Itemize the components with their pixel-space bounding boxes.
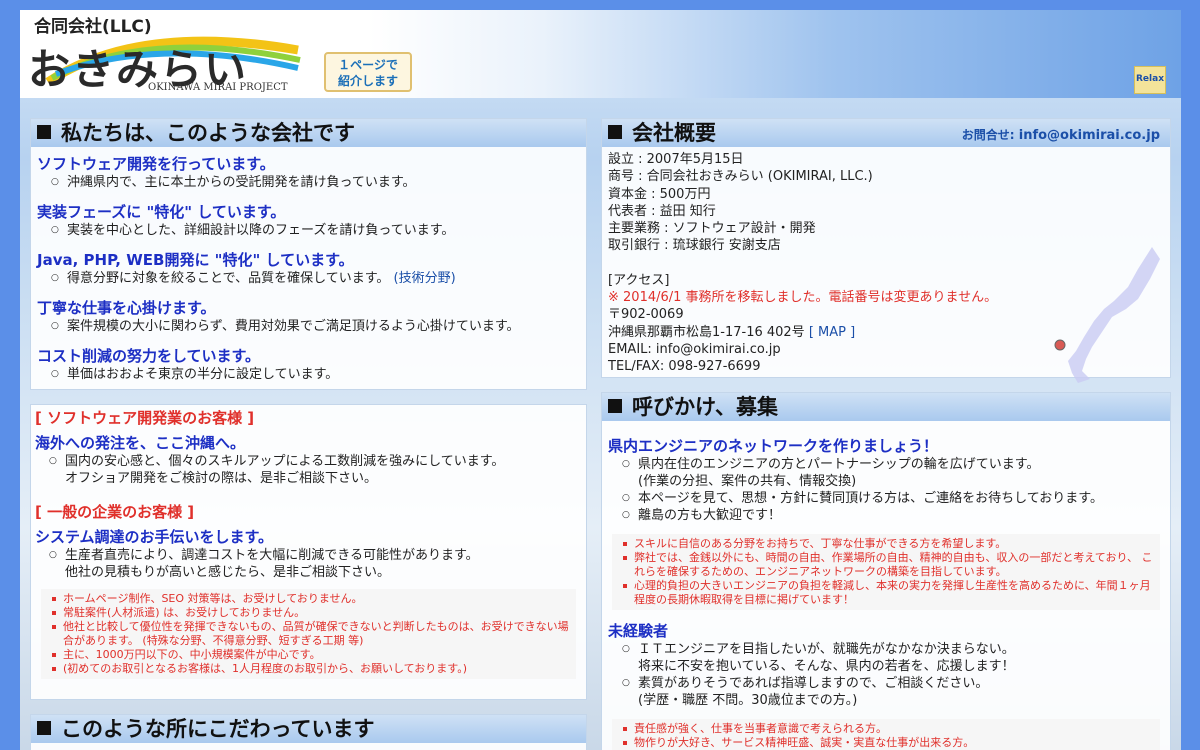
sw-customer-text-2-value: オフショア開発をご検討の際は、是非ご相談下さい。 (65, 471, 378, 486)
about-body: ソフトウェア開発を行っています。 沖縄県内で、主に本土からの受託開発を請け負って… (31, 147, 586, 383)
about-text: 案件規模の大小に関わらず、費用対効果でご満足頂けるよう心掛けています。 (51, 318, 580, 335)
company-line: 設立 : 2007年5月15日 (608, 152, 744, 167)
site-header: 合同会社(LLC) おきみらい OKINAWA MIRAI PROJECT １ペ… (20, 10, 1181, 98)
recruit-item: 県内在住のエンジニアの方とパートナーシップの輪を広げています。 (622, 456, 1164, 473)
square-bullet-icon (37, 125, 51, 139)
company-header: 会社概要 お問合せ: info@okimirai.co.jp (602, 119, 1170, 147)
company-line: 商号 : 合同会社おきみらい (OKIMIRAI, LLC.) (608, 169, 873, 185)
customers-panel: [ ソフトウェア開発業のお客様 ] 海外への発注を、ここ沖縄へ。 国内の安心感と… (30, 404, 587, 700)
about-item: 丁寧な仕事を心掛けます。 案件規模の大小に関わらず、費用対効果でご満足頂けるよう… (37, 297, 580, 335)
address: 沖縄県那覇市松島1-17-16 402号 (608, 324, 805, 340)
note-item: 弊社では、金銭以外にも、時間の自由、作業場所の自由、精神的自由も、収入の一部だと… (623, 551, 1153, 578)
about-heading: ソフトウェア開発を行っています。 (37, 155, 275, 173)
note-item: 心理的負担の大きいエンジニアの負担を軽減し、本来の実力を発揮し生産性を高めるため… (623, 579, 1154, 607)
about-item: 実装フェーズに "特化" しています。 実装を中心とした、詳細設計以降のフェーズ… (37, 201, 580, 239)
gen-customer-text: 生産者直売により、調達コストを大幅に削減できる可能性があります。 (49, 547, 582, 564)
recruit-item: 素質がありそうであれば指導しますので、ご相談ください。 (622, 675, 1164, 692)
company-title: 会社概要 (632, 121, 716, 145)
recruit-notes-2: 責任感が強く、仕事を当事者意識で考えられる方。 物作りが大好き、サービス精神旺盛… (612, 719, 1160, 750)
recruit-item-sub-text: (学歴・職歴 不問。30歳位までの方。) (638, 693, 858, 708)
logo-project: OKINAWA MIRAI PROJECT (148, 82, 288, 93)
kodawari-title: このような所にこだわっています (61, 717, 375, 741)
logo-llc-text: 合同会社(LLC) (34, 17, 152, 37)
company-line: 資本金 : 500万円 (608, 186, 711, 202)
recruit-item-sub: 将来に不安を抱いている、そんな、県内の若者を、応援します！ (638, 658, 1164, 675)
gen-customer-heading: システム調達のお手伝いをします。 (35, 528, 274, 546)
recruit-item: ＩＴエンジニアを目指したいが、就職先がなかなか決まらない。 (622, 641, 1164, 658)
contact-email: info@okimirai.co.jp (1018, 128, 1160, 143)
recruit-item-sub: (作業の分担、案件の共有、情報交換) (638, 473, 1164, 490)
contact-label: お問合せ: (961, 128, 1015, 142)
note-item: スキルに自信のある分野をお持ちで、丁寧な仕事ができる方を希望します。 (623, 537, 1154, 551)
sw-customer-text: 国内の安心感と、個々のスキルアップによる工数削減を強みにしています。 (49, 453, 582, 470)
recruit-heading-1: 県内エンジニアのネットワークを作りましょう！ (608, 437, 939, 455)
square-bullet-icon (608, 399, 622, 413)
note-item: 物作りが大好き、サービス精神旺盛、誠実・実直な仕事が出来る方。 (623, 736, 1154, 750)
about-header: 私たちは、このような会社です (31, 119, 586, 147)
gen-customer-label: [ 一般の企業のお客様 ] (35, 503, 195, 521)
recruit-notes-1: スキルに自信のある分野をお持ちで、丁寧な仕事ができる方を希望します。 弊社では、… (612, 534, 1160, 610)
about-text-item: 得意分野に対象を絞ることで、品質を確保しています。 (技術分野) (51, 270, 580, 287)
about-heading: 丁寧な仕事を心掛けます。 (37, 299, 216, 317)
about-heading: コスト削減の努力をしています。 (37, 347, 261, 365)
about-title: 私たちは、このような会社です (61, 121, 355, 145)
map-link[interactable]: [ MAP ] (809, 325, 855, 340)
about-heading: 実装フェーズに "特化" しています。 (37, 203, 286, 221)
one-page-intro-button[interactable]: １ページで 紹介します (324, 52, 412, 92)
about-item: Java, PHP, WEB開発に "特化" しています。 得意分野に対象を絞る… (37, 249, 580, 287)
about-item: ソフトウェア開発を行っています。 沖縄県内で、主に本土からの受託開発を請け負って… (37, 153, 580, 191)
square-bullet-icon (608, 125, 622, 139)
gen-customer-text-2: 他社の見積もりが高いと感じたら、是非ご相談下さい。 (65, 564, 582, 581)
sw-customer-label: [ ソフトウェア開発業のお客様 ] (35, 409, 255, 427)
note-item-sub: (初めてのお取引となるお客様は、1人月程度のお取引から、お願いしております。) (52, 662, 570, 676)
recruit-item: 離島の方も大歓迎です！ (622, 507, 1164, 524)
about-text: 沖縄県内で、主に本土からの受託開発を請け負っています。 (51, 174, 580, 191)
square-bullet-icon (37, 721, 51, 735)
intro-line-1: １ページで (338, 58, 398, 72)
relax-button[interactable]: Relax (1134, 66, 1166, 94)
about-text: 実装を中心とした、詳細設計以降のフェーズを請け負っています。 (51, 222, 580, 239)
page: 合同会社(LLC) おきみらい OKINAWA MIRAI PROJECT １ペ… (20, 10, 1181, 750)
recruit-body-2: 未経験者 ＩＴエンジニアを目指したいが、就職先がなかなか決まらない。 将来に不安… (602, 610, 1170, 709)
sw-customer-heading: 海外への発注を、ここ沖縄へ。 (35, 434, 246, 452)
note-item: ホームページ制作、SEO 対策等は、お受けしておりません。 (52, 592, 570, 606)
recruit-item-sub: (学歴・職歴 不問。30歳位までの方。) (638, 692, 1164, 709)
recruit-heading-2: 未経験者 (608, 622, 669, 640)
tech-field-link-text: 技術分野 (398, 271, 451, 286)
company-panel: 会社概要 お問合せ: info@okimirai.co.jp 設立 : 2007… (601, 118, 1171, 383)
sw-customer-text-2: オフショア開発をご検討の際は、是非ご相談下さい。 (65, 470, 582, 487)
contact-link[interactable]: お問合せ: info@okimirai.co.jp (962, 121, 1160, 150)
company-line: 主要業務 : ソフトウェア設計・開発 (608, 221, 816, 237)
recruit-header: 呼びかけ、募集 (602, 393, 1170, 421)
company-line: 代表者 : 益田 知行 (608, 203, 716, 219)
site-logo[interactable]: 合同会社(LLC) おきみらい OKINAWA MIRAI PROJECT (28, 12, 318, 96)
gen-customer-text-2-value: 他社の見積もりが高いと感じたら、是非ご相談下さい。 (65, 565, 391, 580)
recruit-item-sub-text: 将来に不安を抱いている、そんな、県内の若者を、応援します！ (638, 659, 1015, 674)
intro-line-2: 紹介します (337, 74, 398, 88)
kodawari-panel: このような所にこだわっています (30, 714, 587, 750)
customers-body: [ ソフトウェア開発業のお客様 ] 海外への発注を、ここ沖縄へ。 国内の安心感と… (31, 407, 586, 581)
recruit-panel: 呼びかけ、募集 県内エンジニアのネットワークを作りましょう！ 県内在住のエンジニ… (601, 392, 1171, 750)
link-paren-close: ) (450, 271, 456, 286)
recruit-item: 本ページを見て、思想・方針に賛同頂ける方は、ご連絡をお待ちしております。 (622, 490, 1164, 507)
recruit-title: 呼びかけ、募集 (632, 395, 778, 419)
about-text: 単価はおおよそ東京の半分に設定しています。 (51, 366, 580, 383)
recruit-body: 県内エンジニアのネットワークを作りましょう！ 県内在住のエンジニアの方とパートナ… (602, 421, 1170, 524)
note-item: 責任感が強く、仕事を当事者意識で考えられる方。 (623, 722, 1154, 736)
about-item: コスト削減の努力をしています。 単価はおおよそ東京の半分に設定しています。 (37, 345, 580, 383)
about-panel: 私たちは、このような会社です ソフトウェア開発を行っています。 沖縄県内で、主に… (30, 118, 587, 390)
kodawari-header: このような所にこだわっています (31, 715, 586, 743)
recruit-item-sub-text: (作業の分担、案件の共有、情報交換) (638, 474, 857, 489)
okinawa-map-icon (1054, 247, 1160, 383)
about-text: 得意分野に対象を絞ることで、品質を確保しています。 (67, 271, 390, 286)
tech-field-link[interactable]: (技術分野) (394, 271, 456, 286)
about-heading: Java, PHP, WEB開発に "特化" しています。 (37, 251, 354, 269)
customers-notes: ホームページ制作、SEO 対策等は、お受けしておりません。 常駐案件(人材派遣)… (41, 589, 576, 679)
note-item: 主に、1000万円以下の、中小規模案件が中心です。 (52, 648, 570, 662)
note-item: 常駐案件(人材派遣) は、お受けしておりません。 (52, 606, 570, 620)
note-item: 他社と比較して優位性を発揮できないもの、品質が確保できないと判断したものは、お受… (52, 620, 569, 647)
